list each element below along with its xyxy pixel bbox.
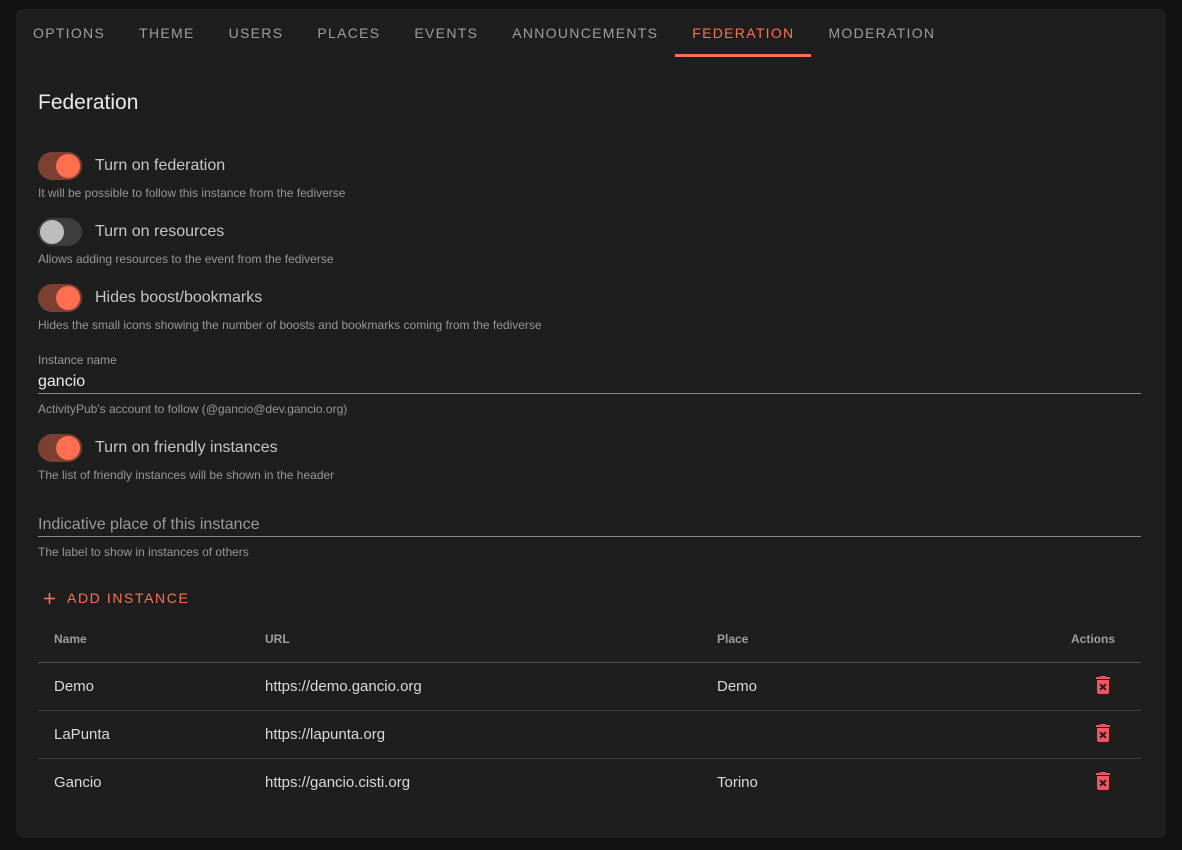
tab-places[interactable]: PLACES <box>300 9 397 57</box>
instance-name-cell: LaPunta <box>38 711 249 759</box>
tab-events[interactable]: EVENTS <box>397 9 495 57</box>
column-header-name: Name <box>38 617 249 663</box>
instance-name-cell: Gancio <box>38 759 249 807</box>
tab-label: OPTIONS <box>33 25 105 41</box>
friendly-instances-table: Name URL Place Actions Demo https://demo… <box>38 617 1141 807</box>
tab-users[interactable]: USERS <box>212 9 301 57</box>
instance-place-cell: Torino <box>701 759 991 807</box>
instance-name-input[interactable] <box>38 371 1141 394</box>
table-row: Gancio https://gancio.cisti.org Torino <box>38 759 1141 807</box>
delete-forever-icon <box>1091 733 1115 748</box>
column-header-actions: Actions <box>991 617 1141 663</box>
instance-url-cell: https://gancio.cisti.org <box>249 759 701 807</box>
page-title: Federation <box>38 92 1141 113</box>
tab-label: THEME <box>139 25 195 41</box>
table-row: LaPunta https://lapunta.org <box>38 711 1141 759</box>
federation-settings-panel: Federation Turn on federation It will be… <box>16 92 1166 807</box>
switch-label[interactable]: Hides boost/bookmarks <box>95 289 262 307</box>
tab-label: EVENTS <box>414 25 478 41</box>
instance-place-cell: Demo <box>701 663 991 711</box>
tab-label: ANNOUNCEMENTS <box>512 25 658 41</box>
column-header-url: URL <box>249 617 701 663</box>
tab-announcements[interactable]: ANNOUNCEMENTS <box>495 9 675 57</box>
toggle-thumb <box>40 220 64 244</box>
instance-url-cell: https://demo.gancio.org <box>249 663 701 711</box>
instance-name-hint: ActivityPub's account to follow (@gancio… <box>38 402 1141 416</box>
switch-label[interactable]: Turn on federation <box>95 157 225 175</box>
column-header-place: Place <box>701 617 991 663</box>
toggle-thumb <box>56 436 80 460</box>
tab-label: MODERATION <box>828 25 935 41</box>
active-tab-indicator <box>675 54 811 57</box>
instance-name-label: Instance name <box>38 353 1141 367</box>
toggle-thumb <box>56 154 80 178</box>
tab-label: USERS <box>229 25 284 41</box>
tab-label: FEDERATION <box>692 25 794 41</box>
plus-icon <box>40 589 59 608</box>
delete-forever-icon <box>1091 685 1115 700</box>
switch-label[interactable]: Turn on resources <box>95 223 224 241</box>
switch-hint: Allows adding resources to the event fro… <box>38 252 1141 266</box>
instance-place-field-group: The label to show in instances of others <box>38 514 1141 559</box>
admin-card: OPTIONS THEME USERS PLACES EVENTS ANNOUN… <box>16 9 1166 838</box>
delete-instance-button[interactable] <box>1091 721 1115 745</box>
add-instance-button[interactable]: ADD INSTANCE <box>38 585 191 611</box>
setting-turn-on-resources: Turn on resources Allows adding resource… <box>38 218 1141 266</box>
delete-instance-button[interactable] <box>1091 673 1115 697</box>
tab-moderation[interactable]: MODERATION <box>811 9 952 57</box>
table-row: Demo https://demo.gancio.org Demo <box>38 663 1141 711</box>
setting-hides-boost-bookmarks: Hides boost/bookmarks Hides the small ic… <box>38 284 1141 332</box>
switch-hint: Hides the small icons showing the number… <box>38 318 1141 332</box>
table-header-row: Name URL Place Actions <box>38 617 1141 663</box>
admin-tabs: OPTIONS THEME USERS PLACES EVENTS ANNOUN… <box>16 9 1166 57</box>
delete-forever-icon <box>1091 781 1115 796</box>
friendly-instances-toggle[interactable] <box>38 434 82 462</box>
instance-place-hint: The label to show in instances of others <box>38 545 1141 559</box>
switch-hint: The list of friendly instances will be s… <box>38 468 1141 482</box>
setting-turn-on-friendly-instances: Turn on friendly instances The list of f… <box>38 434 1141 482</box>
instance-url-cell: https://lapunta.org <box>249 711 701 759</box>
switch-hint: It will be possible to follow this insta… <box>38 186 1141 200</box>
switch-label[interactable]: Turn on friendly instances <box>95 439 278 457</box>
instance-place-cell <box>701 711 991 759</box>
tab-options[interactable]: OPTIONS <box>16 9 122 57</box>
delete-instance-button[interactable] <box>1091 769 1115 793</box>
tab-label: PLACES <box>317 25 380 41</box>
resources-toggle[interactable] <box>38 218 82 246</box>
tab-theme[interactable]: THEME <box>122 9 212 57</box>
tab-federation[interactable]: FEDERATION <box>675 9 811 57</box>
add-instance-label: ADD INSTANCE <box>67 590 189 606</box>
federation-toggle[interactable] <box>38 152 82 180</box>
instance-name-field-group: Instance name ActivityPub's account to f… <box>38 353 1141 416</box>
toggle-thumb <box>56 286 80 310</box>
hide-boost-toggle[interactable] <box>38 284 82 312</box>
instance-name-cell: Demo <box>38 663 249 711</box>
setting-turn-on-federation: Turn on federation It will be possible t… <box>38 152 1141 200</box>
instance-place-input[interactable] <box>38 514 1141 537</box>
